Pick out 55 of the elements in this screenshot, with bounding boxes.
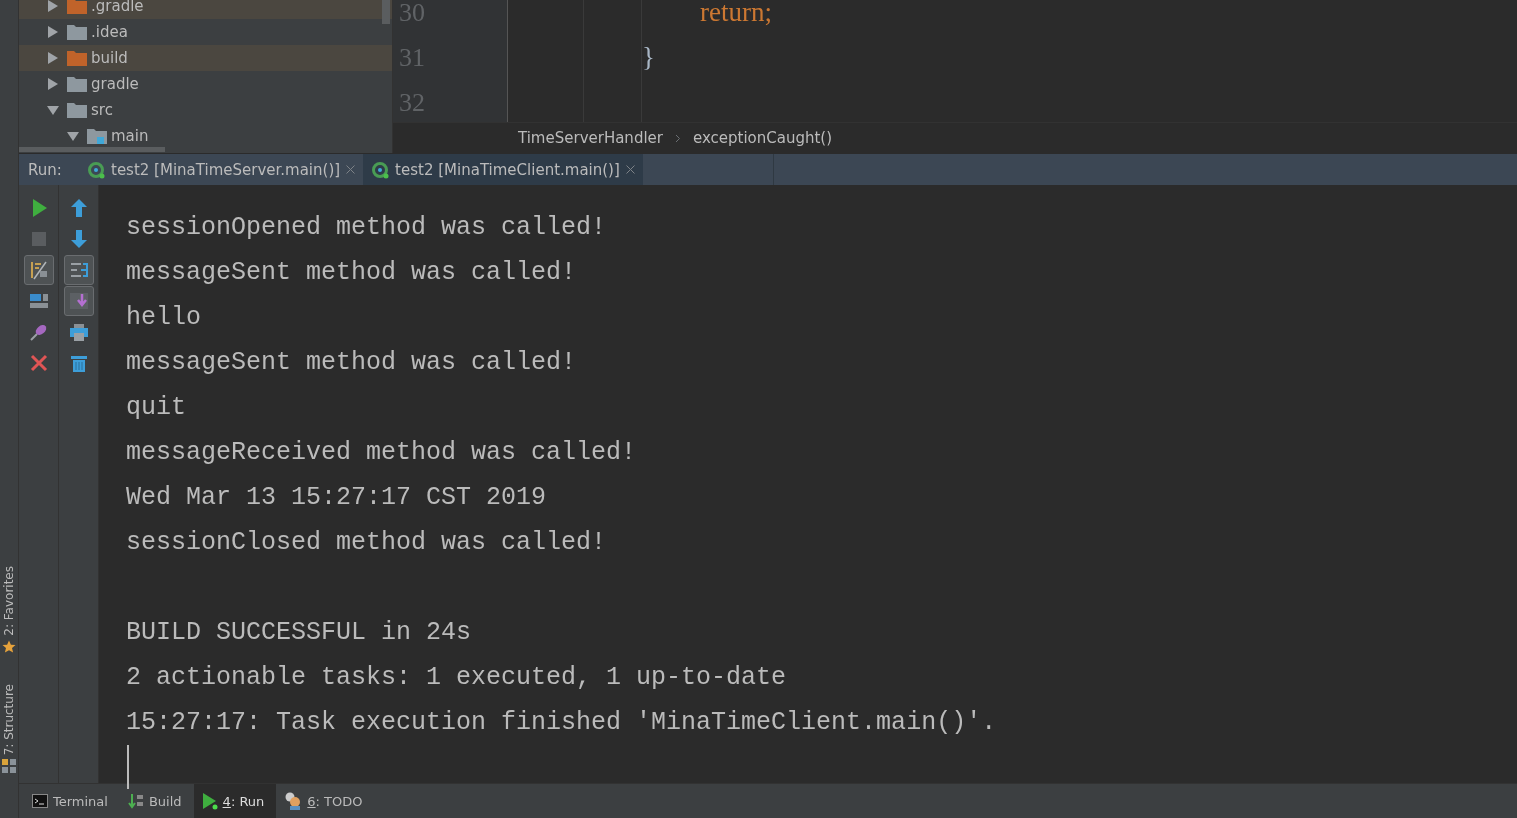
console-line: messageReceived method was called! [126,438,637,467]
panel-title: Run: [27,160,63,179]
expand-arrow-icon[interactable] [47,104,59,116]
run-tab[interactable]: test2 [MinaTimeClient.main()] [363,154,643,185]
todo-icon [284,792,303,810]
tree-item[interactable]: src [19,97,392,123]
console-line: sessionClosed method was called! [126,528,607,557]
wrap-button[interactable] [63,255,94,285]
console-line: messageSent method was called! [126,348,577,377]
tree-item[interactable]: build [19,45,392,71]
console-line: 15:27:17: Task execution finished 'MinaTimeClient.main()'. [126,708,997,737]
structure-icon [2,759,16,773]
run-icon [201,792,218,810]
run-config-icon [371,160,390,179]
text-cursor [127,745,129,789]
tree-item[interactable]: main [19,123,392,149]
scrollend-button[interactable] [63,286,94,316]
tool-window-button[interactable]: Terminal [24,784,120,818]
expand-arrow-icon[interactable] [47,0,59,12]
expand-arrow-icon[interactable] [67,130,79,142]
code-text: return; [700,0,772,27]
tool-window-tab[interactable]: 2: Favorites [2,565,16,636]
close-icon[interactable] [346,165,356,174]
scrollbar[interactable] [19,147,165,152]
scrollbar[interactable] [382,0,390,24]
chevron-icon [674,133,681,143]
terminal-icon [32,794,48,808]
code-text: } [642,42,655,72]
console-line: hello [126,303,201,332]
console-line: quit [126,393,186,422]
tool-window-button[interactable]: Build [119,784,194,818]
tree-item[interactable]: .gradle [19,0,392,19]
breadcrumb[interactable]: TimeServerHandler [518,129,663,147]
star-icon [2,639,16,654]
tool-window-tab[interactable]: 7: Structure [2,683,16,755]
console-line: sessionOpened method was called! [126,213,607,242]
console-line: messageSent method was called! [126,258,577,287]
expand-arrow-icon[interactable] [47,26,59,38]
tool-window-button[interactable]: 6: TODO [276,784,375,818]
breadcrumb[interactable]: exceptionCaught() [692,129,833,147]
console-line: BUILD SUCCESSFUL in 24s [126,618,472,647]
tree-item[interactable]: .idea [19,19,392,45]
tool-window-button[interactable]: 4: Run [193,784,277,818]
console-line: Wed Mar 13 15:27:17 CST 2019 [126,483,547,512]
scroll-to-end-icon [67,290,90,312]
softwrap-button[interactable] [23,255,54,285]
print-icon [67,321,90,343]
run-tab[interactable]: test2 [MinaTimeServer.main()] [79,154,364,185]
run-config-icon [87,160,105,179]
console-line: 2 actionable tasks: 1 executed, 1 up-to-date [126,663,787,692]
tree-item[interactable]: gradle [19,71,392,97]
expand-arrow-icon[interactable] [47,52,59,64]
close-icon[interactable] [625,165,635,174]
build-icon [127,793,144,809]
expand-arrow-icon[interactable] [47,78,59,90]
